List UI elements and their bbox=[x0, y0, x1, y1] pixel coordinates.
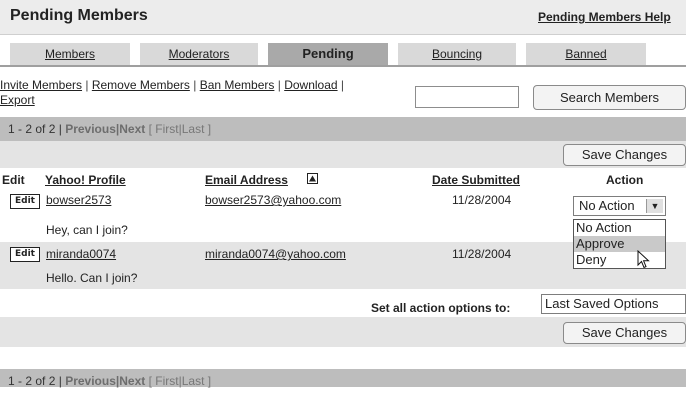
search-input[interactable] bbox=[415, 86, 519, 108]
remove-members-link[interactable]: Remove Members bbox=[92, 78, 190, 92]
set-all-select[interactable]: Last Saved Options bbox=[541, 294, 686, 314]
pager-previous[interactable]: Previous bbox=[65, 374, 116, 388]
tab-members[interactable]: Members bbox=[10, 43, 130, 65]
set-all-select-value: Last Saved Options bbox=[545, 296, 659, 311]
edit-button[interactable]: Edit bbox=[10, 194, 40, 209]
pager-next[interactable]: Next bbox=[119, 374, 145, 388]
bracket: [ bbox=[148, 122, 152, 136]
page-header: Pending Members Pending Members Help bbox=[0, 0, 686, 35]
page-title: Pending Members bbox=[10, 7, 148, 24]
pager-first[interactable]: First bbox=[155, 374, 178, 388]
dropdown-option-deny[interactable]: Deny bbox=[574, 252, 665, 268]
pager-bottom: 1 - 2 of 2 | Previous|Next [ First|Last … bbox=[0, 369, 686, 388]
separator: | bbox=[85, 78, 89, 92]
tab-bouncing[interactable]: Bouncing bbox=[398, 43, 516, 65]
member-profile-link[interactable]: miranda0074 bbox=[46, 247, 116, 261]
member-email-link[interactable]: miranda0074@yahoo.com bbox=[205, 247, 346, 261]
pager-top: 1 - 2 of 2 | Previous|Next [ First|Last … bbox=[0, 117, 686, 141]
save-changes-button-top[interactable]: Save Changes bbox=[563, 144, 686, 166]
tab-bar: Members Moderators Pending Bouncing Bann… bbox=[0, 43, 686, 65]
pager-first[interactable]: First bbox=[155, 122, 178, 136]
bracket: ] bbox=[207, 122, 212, 136]
member-email-link[interactable]: bowser2573@yahoo.com bbox=[205, 193, 341, 207]
separator: | bbox=[58, 122, 62, 136]
date-submitted: 11/28/2004 bbox=[452, 247, 512, 261]
edit-button[interactable]: Edit bbox=[10, 247, 40, 262]
action-dropdown-list: No Action Approve Deny bbox=[573, 219, 666, 269]
mouse-pointer-icon bbox=[637, 250, 650, 269]
member-message: Hey, can I join? bbox=[46, 223, 128, 237]
pager-range: 1 - 2 of 2 bbox=[8, 374, 56, 388]
separator: | bbox=[340, 78, 345, 92]
member-message: Hello. Can I join? bbox=[46, 271, 138, 285]
col-header-email[interactable]: Email Address bbox=[205, 173, 288, 187]
bracket: ] bbox=[207, 374, 212, 388]
download-link[interactable]: Download bbox=[284, 78, 337, 92]
pager-last[interactable]: Last bbox=[182, 374, 205, 388]
sort-ascending-icon[interactable] bbox=[307, 173, 318, 184]
pager-previous[interactable]: Previous bbox=[65, 122, 116, 136]
separator: | bbox=[277, 78, 281, 92]
col-header-date[interactable]: Date Submitted bbox=[432, 173, 520, 187]
separator: | bbox=[193, 78, 197, 92]
separator: | bbox=[58, 374, 62, 388]
member-actions: Invite Members | Remove Members | Ban Me… bbox=[0, 78, 412, 108]
dropdown-option-approve[interactable]: Approve bbox=[574, 236, 665, 252]
col-header-profile[interactable]: Yahoo! Profile bbox=[45, 173, 126, 187]
date-submitted: 11/28/2004 bbox=[452, 193, 512, 207]
action-select[interactable]: No Action ▼ bbox=[573, 196, 666, 216]
action-select-value: No Action bbox=[579, 198, 635, 213]
set-all-label: Set all action options to: bbox=[371, 301, 511, 315]
col-header-edit: Edit bbox=[2, 173, 25, 187]
save-changes-button-bottom[interactable]: Save Changes bbox=[563, 322, 686, 344]
chevron-down-icon[interactable]: ▼ bbox=[646, 199, 663, 213]
ban-members-link[interactable]: Ban Members bbox=[200, 78, 275, 92]
tab-underline bbox=[0, 65, 686, 67]
invite-members-link[interactable]: Invite Members bbox=[0, 78, 82, 92]
search-members-button[interactable]: Search Members bbox=[533, 85, 686, 110]
tab-pending[interactable]: Pending bbox=[268, 43, 388, 65]
export-link[interactable]: Export bbox=[0, 93, 35, 107]
tab-banned[interactable]: Banned bbox=[526, 43, 646, 65]
help-link[interactable]: Pending Members Help bbox=[538, 10, 671, 24]
col-header-action: Action bbox=[606, 173, 644, 187]
dropdown-option-no-action[interactable]: No Action bbox=[574, 220, 665, 236]
bracket: [ bbox=[148, 374, 152, 388]
tab-moderators[interactable]: Moderators bbox=[140, 43, 258, 65]
pager-last[interactable]: Last bbox=[182, 122, 205, 136]
pager-range: 1 - 2 of 2 bbox=[8, 122, 56, 136]
member-profile-link[interactable]: bowser2573 bbox=[46, 193, 111, 207]
pager-next[interactable]: Next bbox=[119, 122, 145, 136]
